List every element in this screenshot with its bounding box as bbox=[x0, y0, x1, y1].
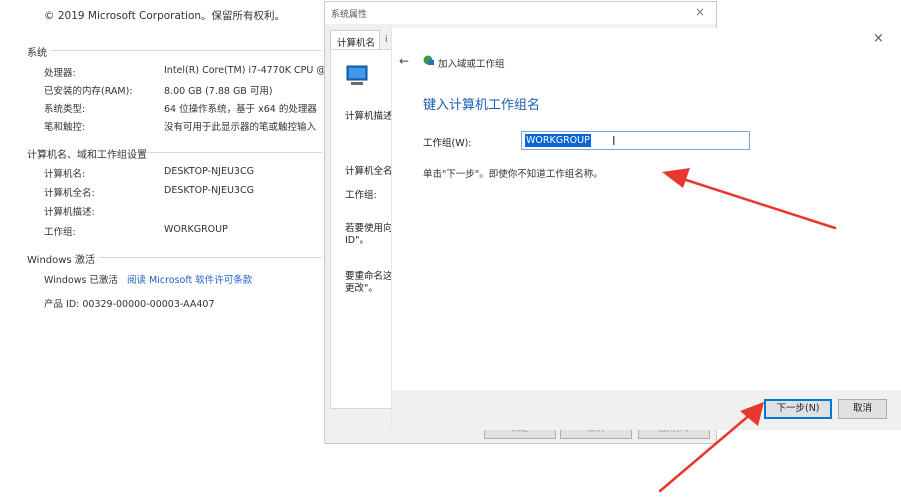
arrow-to-next-button bbox=[658, 402, 764, 493]
arrow-to-workgroup-input bbox=[662, 168, 837, 230]
annotation-arrows bbox=[658, 168, 837, 493]
